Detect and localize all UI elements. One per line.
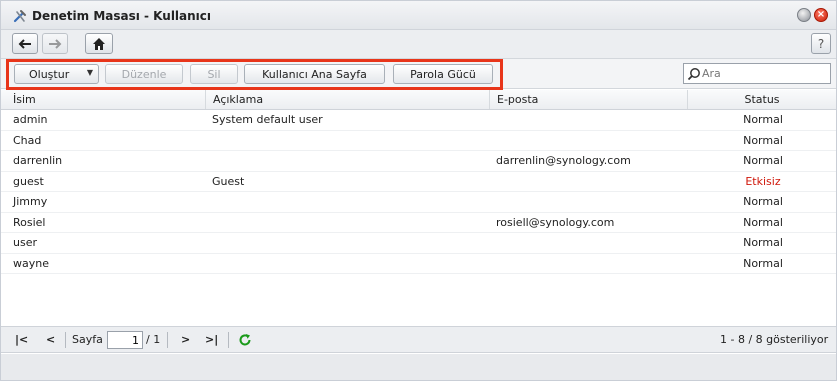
previous-page-icon[interactable]: < — [46, 333, 55, 346]
cell-status: Normal — [743, 215, 783, 229]
column-header-name[interactable]: İsim — [6, 90, 206, 109]
close-button[interactable]: × — [814, 8, 828, 22]
cell-description: System default user — [212, 113, 323, 126]
cell-name: wayne — [13, 256, 49, 270]
cell-name: user — [13, 236, 37, 249]
tools-icon — [13, 10, 26, 23]
cell-status: Normal — [743, 195, 783, 208]
back-button[interactable] — [12, 33, 38, 54]
cell-name: Chad — [13, 133, 42, 147]
first-page-icon[interactable]: |< — [15, 333, 28, 346]
arrow-right-icon — [49, 38, 62, 49]
cell-status: Normal — [743, 154, 783, 167]
arrow-left-icon — [18, 38, 31, 49]
page-number-input[interactable] — [107, 331, 143, 349]
search-input[interactable] — [702, 65, 826, 82]
table-row[interactable]: admin System default user Normal — [1, 110, 836, 131]
pager-divider — [228, 332, 229, 348]
table-row[interactable]: wayne Normal — [1, 254, 836, 274]
search-box[interactable] — [683, 63, 831, 84]
column-header-status[interactable]: Status — [688, 90, 836, 109]
navigation-bar: ? — [1, 30, 836, 59]
cell-status: Normal — [743, 236, 783, 249]
table-row[interactable]: Rosiel rosiell@synology.com Normal — [1, 213, 836, 233]
title-bar[interactable]: Denetim Masası - Kullanıcı × — [1, 1, 836, 30]
table-row[interactable]: Chad Normal — [1, 131, 836, 151]
minimize-button[interactable] — [797, 8, 811, 22]
toolbar-highlight-box — [6, 59, 503, 90]
pagination-bar: |< < Sayfa / 1 > >| 1 - 8 / 8 gösteriliy… — [1, 326, 836, 353]
pager-divider — [65, 332, 66, 348]
pager-divider — [167, 332, 168, 348]
next-page-icon[interactable]: > — [181, 333, 190, 346]
cell-email: rosiell@synology.com — [496, 215, 615, 229]
pagination-summary: 1 - 8 / 8 gösteriliyor — [720, 333, 829, 346]
home-button[interactable] — [85, 33, 113, 54]
total-pages: / 1 — [146, 333, 161, 346]
cell-status: Normal — [743, 133, 783, 147]
page-label: Sayfa — [72, 333, 103, 346]
table-row[interactable]: Jimmy Normal — [1, 192, 836, 213]
cell-name: Rosiel — [13, 215, 46, 229]
control-panel-window: Denetim Masası - Kullanıcı × ? Oluştur ▼… — [0, 0, 837, 381]
table-row[interactable]: darrenlin darrenlin@synology.com Normal — [1, 151, 836, 172]
cell-email: darrenlin@synology.com — [496, 154, 631, 167]
cell-name: guest — [13, 174, 44, 188]
cell-name: Jimmy — [13, 195, 48, 208]
cell-status: Normal — [743, 256, 783, 270]
cell-name: admin — [13, 113, 48, 126]
table-row[interactable]: user Normal — [1, 233, 836, 254]
grid-header: İsim Açıklama E-posta Status — [1, 90, 836, 110]
window-title: Denetim Masası - Kullanıcı — [32, 9, 212, 23]
column-header-email[interactable]: E-posta — [490, 90, 688, 109]
refresh-icon[interactable] — [238, 333, 252, 347]
help-button[interactable]: ? — [811, 33, 831, 54]
last-page-icon[interactable]: >| — [205, 333, 218, 346]
cell-status: Etkisiz — [745, 174, 781, 188]
cell-name: darrenlin — [13, 154, 63, 167]
table-row[interactable]: guest Guest Etkisiz — [1, 172, 836, 192]
forward-button[interactable] — [42, 33, 68, 54]
home-icon — [93, 38, 105, 50]
user-list: admin System default user Normal Chad No… — [1, 110, 836, 274]
status-bar — [1, 354, 836, 380]
cell-description: Guest — [212, 174, 245, 188]
cell-status: Normal — [743, 113, 783, 126]
search-icon — [687, 68, 700, 81]
column-header-description[interactable]: Açıklama — [206, 90, 490, 109]
